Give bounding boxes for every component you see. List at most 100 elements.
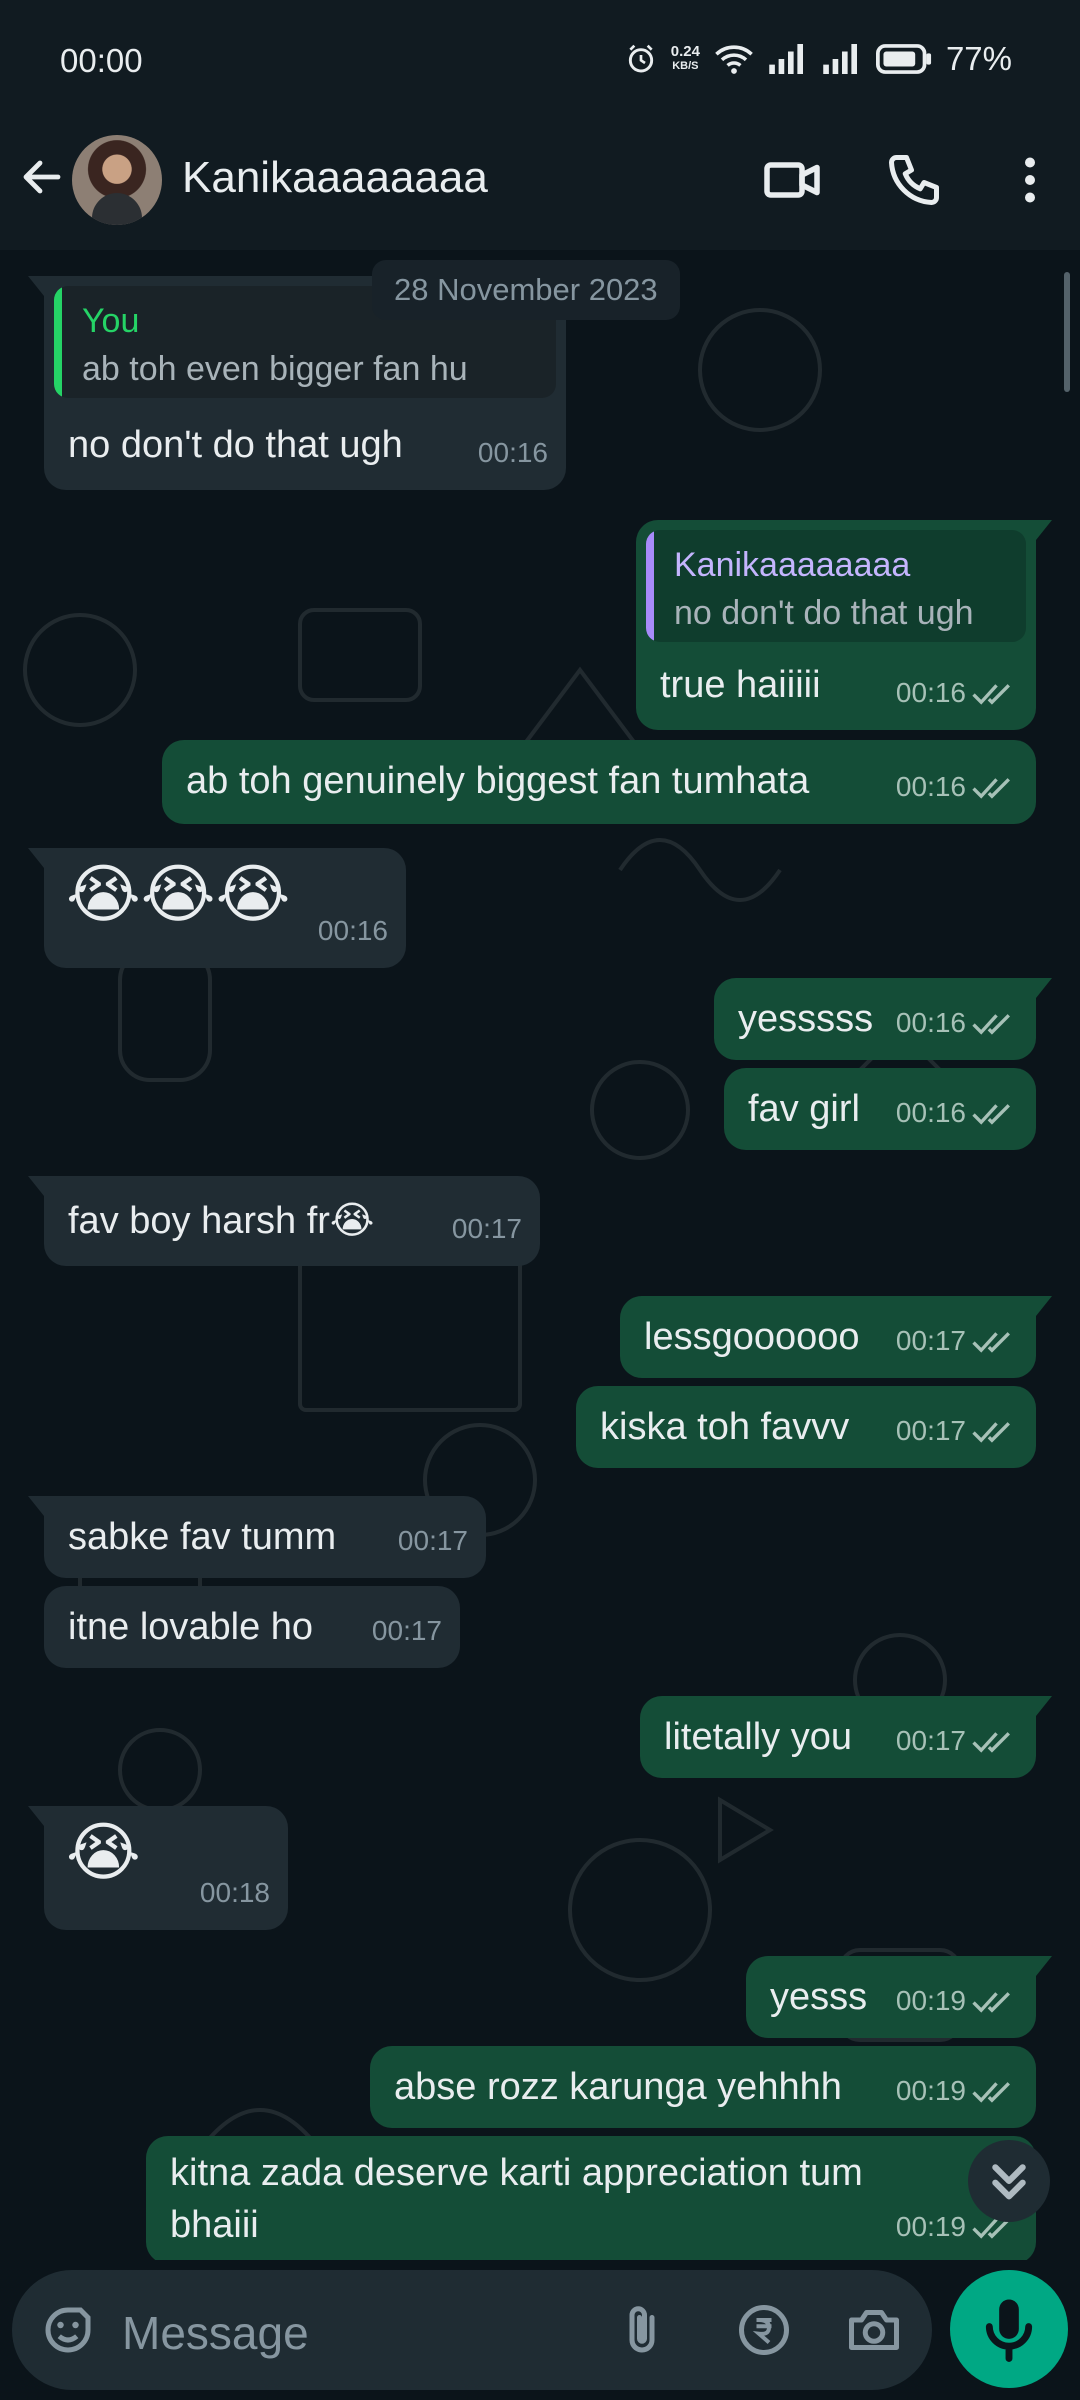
message-input[interactable]: Message — [12, 2270, 932, 2390]
message-text: kiska toh favvv — [600, 1406, 850, 1448]
message-time: 00:19 — [895, 1985, 966, 2016]
back-arrow-icon[interactable] — [18, 153, 66, 201]
chat-header: Kanikaaaaaaaa — [0, 120, 1080, 250]
avatar[interactable] — [72, 135, 162, 225]
message-outgoing[interactable]: kitna zada deserve karti appreciation tu… — [146, 2136, 1036, 2260]
emoji-icon[interactable] — [38, 2300, 98, 2360]
message-meta: 00:17 — [896, 1408, 1018, 1454]
read-ticks-icon — [972, 1332, 1010, 1353]
message-outgoing[interactable]: fav girl 00:16 — [724, 1068, 1036, 1150]
read-ticks-icon — [972, 1992, 1010, 2013]
read-ticks-icon — [972, 1014, 1010, 1035]
message-text: sabke fav tumm — [68, 1516, 337, 1558]
more-options-icon[interactable] — [1000, 150, 1060, 210]
message-time: 00:17 — [895, 1325, 966, 1356]
quote-bar — [646, 530, 654, 642]
message-outgoing-reply[interactable]: Kanikaaaaaaaa no don't do that ugh true … — [636, 520, 1052, 730]
quote-text: no don't do that ugh — [674, 594, 974, 632]
chevron-double-down-icon — [992, 2164, 1026, 2200]
message-incoming[interactable]: itne lovable ho 00:17 — [44, 1586, 460, 1668]
read-ticks-icon — [972, 2082, 1010, 2103]
alarm-icon — [628, 44, 653, 73]
payment-rupee-icon[interactable] — [734, 2300, 794, 2360]
message-text-line-2: bhaiii — [170, 2204, 259, 2246]
quote-author: You — [82, 302, 140, 340]
message-outgoing[interactable]: ab toh genuinely biggest fan tumhata 00:… — [162, 740, 1036, 824]
quoted-message[interactable]: Kanikaaaaaaaa no don't do that ugh — [646, 530, 1026, 642]
message-time: 00:17 — [895, 1415, 966, 1446]
video-call-icon[interactable] — [762, 150, 822, 210]
message-outgoing[interactable]: litetally you 00:17 — [640, 1696, 1052, 1778]
net-speed-unit: KB/S — [672, 60, 699, 72]
message-time: 00:17 — [451, 1213, 522, 1244]
message-text: yesss — [770, 1976, 868, 2018]
date-chip: 28 November 2023 — [372, 260, 680, 320]
quote-bar — [54, 286, 62, 398]
message-time: 00:16 — [317, 915, 388, 946]
quote-author: Kanikaaaaaaaa — [674, 546, 911, 584]
message-outgoing[interactable]: kiska toh favvv 00:17 — [576, 1386, 1036, 1468]
scrollbar[interactable] — [1064, 272, 1070, 392]
message-time: 00:16 — [895, 771, 966, 802]
message-time: 00:17 — [371, 1615, 442, 1646]
message-incoming[interactable]: sabke fav tumm 00:17 — [28, 1496, 486, 1578]
message-time: 00:17 — [397, 1525, 468, 1556]
message-meta: 00:17 — [896, 1718, 1018, 1764]
message-time: 00:16 — [477, 437, 548, 468]
message-text: fav boy harsh fr😭 — [68, 1200, 375, 1242]
voice-call-icon[interactable] — [884, 150, 944, 210]
net-speed: 0.24 KB/S — [671, 44, 700, 74]
message-meta: 00:17 — [452, 1206, 522, 1252]
message-meta: 00:16 — [896, 1090, 1018, 1136]
clock: 00:00 — [60, 42, 143, 79]
message-meta: 00:19 — [896, 2068, 1018, 2114]
message-outgoing[interactable]: lessgoooooo 00:17 — [620, 1296, 1052, 1378]
message-time: 00:16 — [895, 1007, 966, 1038]
signal-icon — [769, 44, 803, 74]
message-emoji: 😭😭😭 — [66, 858, 291, 932]
message-meta: 00:16 — [896, 1000, 1018, 1046]
read-ticks-icon — [972, 1104, 1010, 1125]
read-ticks-icon — [972, 1732, 1010, 1753]
message-incoming[interactable]: fav boy harsh fr😭 00:17 — [28, 1176, 540, 1266]
wifi-icon — [715, 45, 753, 74]
scroll-to-bottom-button[interactable] — [968, 2140, 1050, 2222]
message-list[interactable]: You ab toh even bigger fan hu no don't d… — [0, 250, 1080, 2260]
battery-percent: 77% — [945, 40, 1012, 77]
message-incoming-emoji[interactable]: 😭 00:18 — [28, 1806, 288, 1930]
quote-text: ab toh even bigger fan hu — [82, 350, 468, 388]
message-text: true haiiiii — [660, 664, 821, 706]
message-text: itne lovable ho — [68, 1606, 314, 1648]
status-bar: 00:00 0.24 KB/S 77% — [0, 0, 1080, 120]
status-icons: 0.24 KB/S 77% — [625, 40, 1012, 78]
microphone-icon — [985, 2299, 1033, 2362]
message-outgoing[interactable]: abse rozz karunga yehhhh 00:19 — [370, 2046, 1036, 2128]
message-meta: 00:17 — [372, 1608, 442, 1654]
message-time: 00:19 — [895, 2075, 966, 2106]
message-text-line-1: kitna zada deserve karti appreciation tu… — [170, 2152, 863, 2194]
message-meta: 00:16 — [896, 764, 1018, 810]
battery-icon — [875, 44, 932, 74]
message-time: 00:19 — [895, 2211, 966, 2242]
composer: Message — [0, 2260, 1080, 2400]
message-meta: 00:16 — [318, 908, 388, 954]
message-placeholder: Message — [122, 2307, 309, 2359]
message-incoming-emoji[interactable]: 😭😭😭 00:16 — [28, 848, 406, 968]
message-time: 00:18 — [199, 1877, 270, 1908]
message-text: abse rozz karunga yehhhh — [394, 2066, 842, 2108]
message-emoji: 😭 — [66, 1816, 141, 1890]
read-ticks-icon — [972, 1422, 1010, 1443]
net-speed-value: 0.24 — [670, 43, 700, 60]
attach-icon[interactable] — [612, 2300, 672, 2360]
camera-icon[interactable] — [844, 2300, 904, 2360]
message-meta: 00:17 — [896, 1318, 1018, 1364]
message-outgoing[interactable]: yesssss 00:16 — [714, 978, 1052, 1060]
message-text: lessgoooooo — [644, 1316, 860, 1358]
message-outgoing[interactable]: yesss 00:19 — [746, 1956, 1052, 2038]
voice-message-button[interactable] — [950, 2270, 1068, 2388]
message-text: yesssss — [738, 998, 874, 1040]
message-meta: 00:16 — [478, 430, 548, 476]
message-meta: 00:17 — [398, 1518, 468, 1564]
read-ticks-icon — [972, 778, 1010, 799]
contact-name[interactable]: Kanikaaaaaaaa — [182, 153, 488, 203]
